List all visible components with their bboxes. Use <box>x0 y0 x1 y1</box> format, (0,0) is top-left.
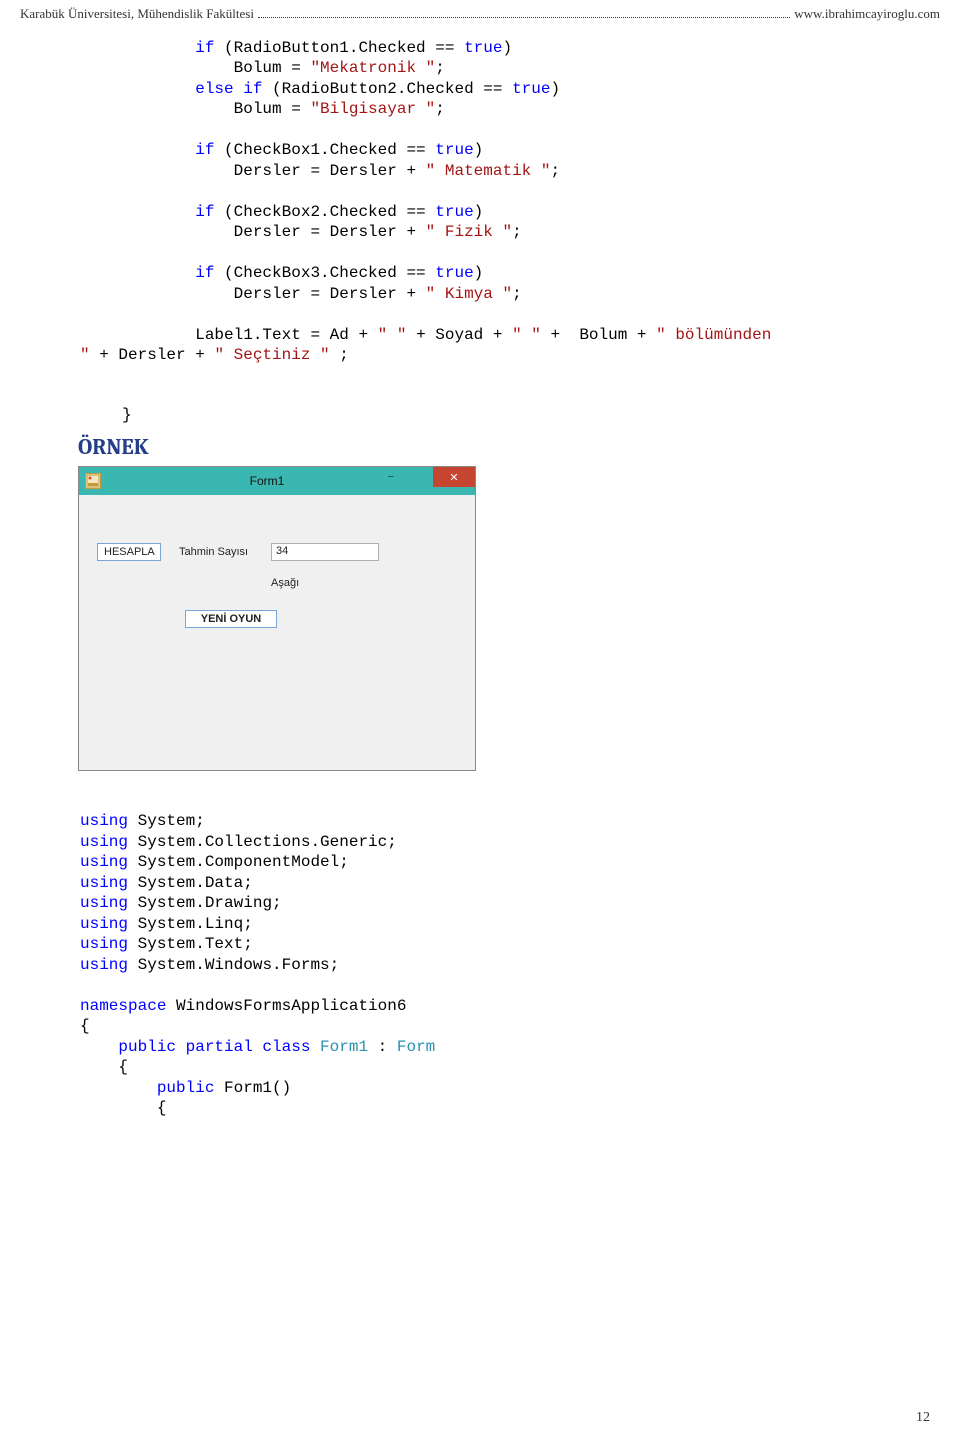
close-icon[interactable]: ✕ <box>433 467 475 487</box>
header-right: www.ibrahimcayiroglu.com <box>794 6 940 22</box>
tahmin-sayisi-label: Tahmin Sayısı <box>179 546 248 558</box>
code-block-1: if (RadioButton1.Checked == true) Bolum … <box>0 24 960 406</box>
ornek-heading: ÖRNEK <box>0 424 960 466</box>
maximize-icon[interactable] <box>405 467 433 487</box>
page-header: Karabük Üniversitesi, Mühendislik Fakült… <box>0 0 960 24</box>
header-dots <box>258 10 790 18</box>
closing-brace: } <box>0 406 960 424</box>
form-titlebar: Form1 − ✕ <box>79 467 475 495</box>
asagi-label: Aşağı <box>271 577 299 589</box>
hesapla-button[interactable]: HESAPLA <box>97 543 161 561</box>
yeni-oyun-button[interactable]: YENİ OYUN <box>185 610 277 628</box>
form-screenshot: Form1 − ✕ HESAPLA Tahmin Sayısı 34 Aşağı… <box>78 466 476 771</box>
window-buttons: − ✕ <box>377 467 475 487</box>
form-icon <box>85 473 101 489</box>
header-left: Karabük Üniversitesi, Mühendislik Fakült… <box>20 6 254 22</box>
minimize-icon[interactable]: − <box>377 467 405 487</box>
code-block-2: using System; using System.Collections.G… <box>0 771 960 1118</box>
form-body: HESAPLA Tahmin Sayısı 34 Aşağı YENİ OYUN <box>79 495 475 770</box>
tahmin-sayisi-value[interactable]: 34 <box>271 543 379 561</box>
page-number: 12 <box>916 1410 930 1426</box>
